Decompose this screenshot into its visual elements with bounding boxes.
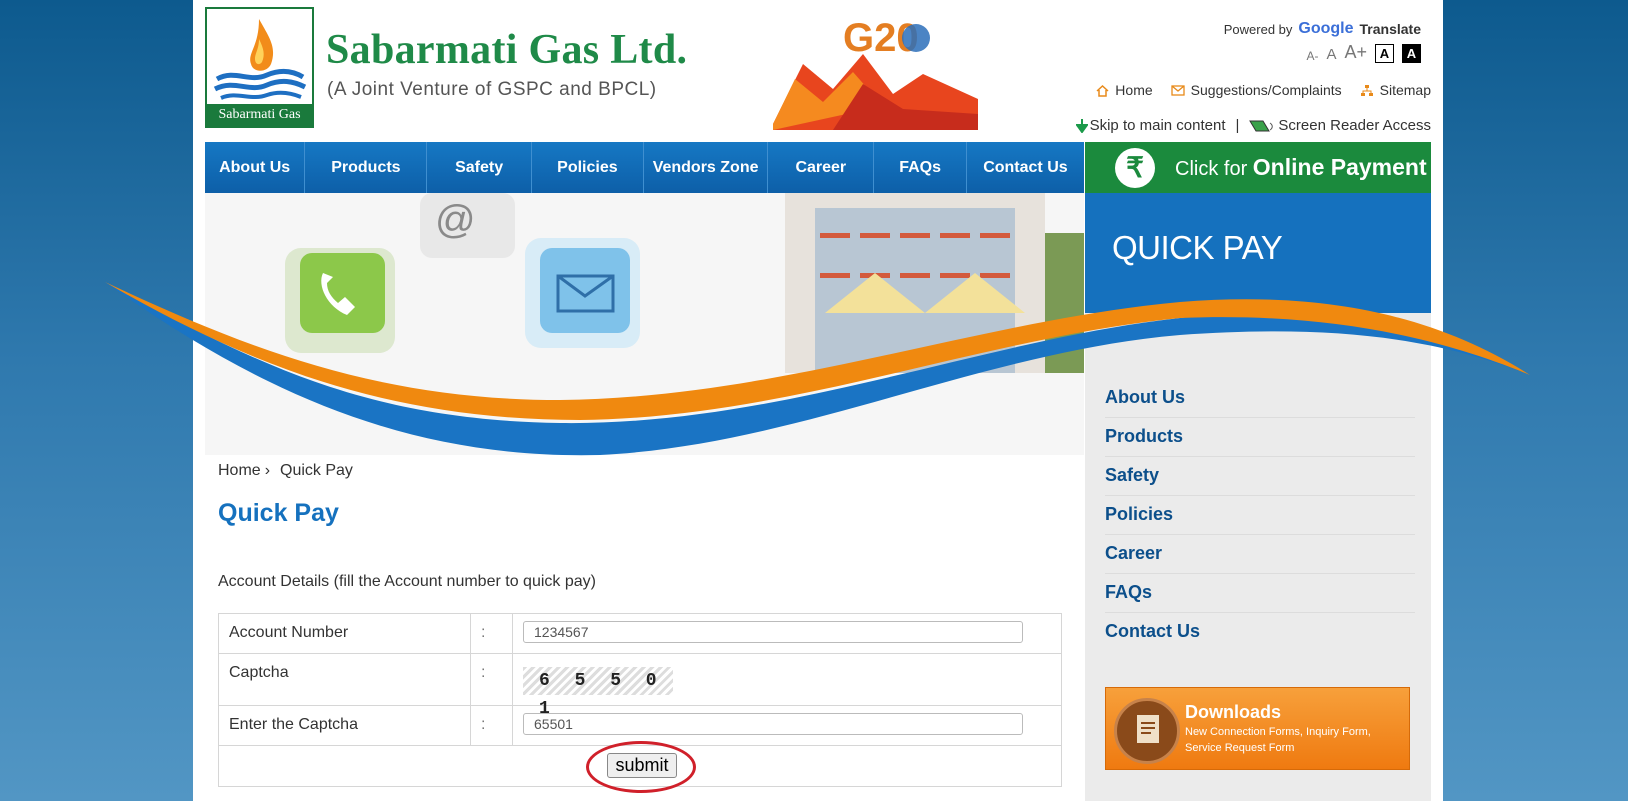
account-number-cell [512,613,1062,654]
sidebar-item-about-us[interactable]: About Us [1105,379,1415,418]
form-description: Account Details (fill the Account number… [218,573,596,590]
account-number-row: Account Number : [218,613,1062,654]
contrast-dark-button[interactable]: A [1402,44,1421,63]
link-separator: | [1235,117,1240,134]
colon-separator: : [470,613,513,654]
breadcrumb-current: Quick Pay [280,462,353,479]
brand-title: Sabarmati Gas Ltd. [326,27,688,73]
captcha-label: Captcha [218,653,471,706]
downloads-title: Downloads [1185,702,1282,722]
font-size-tools: A- A A+ A A [1306,42,1421,63]
sidebar-item-contact-us[interactable]: Contact Us [1105,613,1415,651]
colon-separator: : [470,653,513,706]
utility-links: Home Suggestions/Complaints Sitemap [1096,82,1431,98]
brand-subtitle: (A Joint Venture of GSPC and BPCL) [327,79,657,100]
account-number-label: Account Number [218,613,471,654]
google-translate[interactable]: Powered by Google Translate [1224,20,1421,38]
logo-caption: Sabarmati Gas [207,104,312,126]
home-link-label: Home [1115,82,1153,98]
enter-captcha-cell [512,705,1062,746]
document-icon [1114,698,1180,764]
enter-captcha-row: Enter the Captcha : [218,705,1062,746]
colon-separator: : [470,705,513,746]
nav-vendors-zone[interactable]: Vendors Zone [644,142,769,193]
enter-captcha-label: Enter the Captcha [218,705,471,746]
submit-highlight: submit [586,741,696,793]
captcha-row: Captcha : 6 5 5 0 1 [218,653,1062,719]
font-increase-button[interactable]: A+ [1344,42,1367,63]
powered-by-label: Powered by [1223,21,1293,37]
flame-logo-icon [213,19,307,100]
downloads-banner[interactable]: Downloads New Connection Forms, Inquiry … [1105,687,1410,770]
suggestions-link-label: Suggestions/Complaints [1190,82,1342,98]
font-decrease-button[interactable]: A- [1306,49,1318,63]
nav-about-us[interactable]: About Us [205,142,306,193]
contrast-light-button[interactable]: A [1375,44,1394,63]
home-link[interactable]: Home [1096,82,1153,98]
sidebar-item-policies[interactable]: Policies [1105,496,1415,535]
nav-products[interactable]: Products [305,142,428,193]
breadcrumb-separator: › [264,462,271,479]
nav-faqs[interactable]: FAQs [874,142,967,193]
quick-pay-heading: QUICK PAY [1112,229,1283,266]
sitemap-link-label: Sitemap [1379,82,1431,98]
quick-pay-heading-box: QUICK PAY [1085,193,1431,313]
sidebar-item-products[interactable]: Products [1105,418,1415,457]
down-arrow-icon [1075,118,1088,133]
downloads-description: New Connection Forms, Inquiry Form, Serv… [1185,726,1371,754]
nav-safety[interactable]: Safety [427,142,532,193]
company-logo[interactable]: Sabarmati Gas [205,7,314,128]
sidebar-item-faqs[interactable]: FAQs [1105,574,1415,613]
contact-banner: @ [205,193,1084,455]
breadcrumb-home[interactable]: Home [218,462,261,479]
translate-link[interactable]: Translate [1360,21,1421,37]
screen-reader-label: Screen Reader Access [1278,117,1431,134]
sitemap-icon [1360,84,1373,96]
nav-policies[interactable]: Policies [532,142,645,193]
sidebar-item-career[interactable]: Career [1105,535,1415,574]
suggestions-link[interactable]: Suggestions/Complaints [1171,82,1342,98]
banner-illustration: @ [205,193,1084,455]
sidebar-menu: About Us Products Safety Policies Career… [1105,379,1415,651]
rupee-icon: ₹ [1115,147,1155,188]
skip-to-content-link[interactable]: Skip to main content [1075,117,1226,134]
screen-reader-icon [1249,120,1274,131]
nav-career[interactable]: Career [768,142,875,193]
mail-icon [1171,84,1185,96]
submit-button[interactable]: submit [607,753,677,778]
skip-link-label: Skip to main content [1089,117,1226,134]
payment-main-label: Online Payment [1252,154,1427,180]
g20-graphic-icon [773,24,978,130]
sidebar: About Us Products Safety Policies Career… [1085,313,1431,801]
payment-text: Click for Online Payment [1175,154,1427,181]
g20-emblem: G20 [773,14,985,130]
screen-reader-link[interactable]: Screen Reader Access [1249,117,1431,134]
main-nav: About Us Products Safety Policies Vendor… [205,142,1084,193]
accessibility-links: Skip to main content | Screen Reader Acc… [1075,117,1431,134]
sidebar-item-safety[interactable]: Safety [1105,457,1415,496]
captcha-cell: 6 5 5 0 1 [512,653,1062,719]
sitemap-link[interactable]: Sitemap [1360,82,1431,98]
captcha-input[interactable] [523,713,1023,735]
captcha-image: 6 5 5 0 1 [523,667,673,719]
home-icon [1096,84,1109,97]
font-normal-button[interactable]: A [1326,46,1336,63]
payment-pre-label: Click for [1175,158,1248,180]
svg-text:@: @ [435,198,476,242]
online-payment-button[interactable]: ₹ Click for Online Payment [1085,142,1431,193]
page-title: Quick Pay [218,499,339,527]
page-container: Sabarmati Gas Sabarmati Gas Ltd. (A Join… [193,0,1443,801]
account-number-input[interactable] [523,621,1023,643]
breadcrumb: Home › Quick Pay [218,462,353,480]
google-logo: Google [1298,20,1354,37]
nav-contact-us[interactable]: Contact Us [967,142,1084,193]
